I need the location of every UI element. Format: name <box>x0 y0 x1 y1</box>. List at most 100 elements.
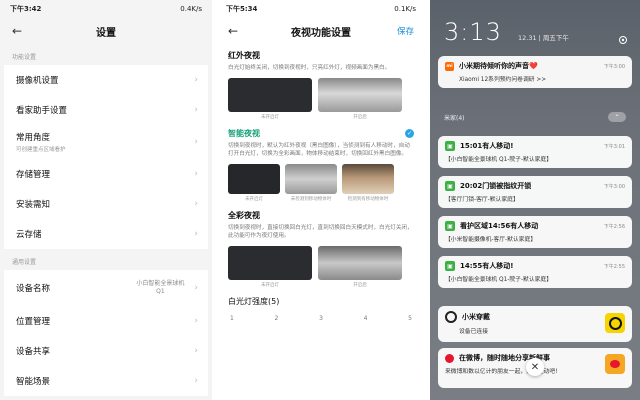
preview-item: 未开启灯 <box>228 246 312 288</box>
notification-body: 【客厅门锁-客厅-默认家庭】 <box>445 197 519 203</box>
intensity-slider[interactable]: 1 2 3 4 5 <box>216 307 426 322</box>
notification-card[interactable]: ▣ 15:01有人移动! 下午3:01 【小白智能全景球机 Q1-院子-默认家庭】 <box>438 136 632 168</box>
page-title: 设置 <box>96 27 116 39</box>
item-label: 智能场景 <box>16 377 51 387</box>
intensity-tick: 2 <box>274 315 279 322</box>
chevron-right-icon: › <box>194 316 198 326</box>
settings-item-camera[interactable]: 摄像机设置 › <box>4 65 208 95</box>
notification-title: 20:02门锁被指纹开锁 <box>460 182 532 190</box>
back-arrow-icon[interactable]: ← <box>228 24 238 38</box>
mijia-app-icon: ▣ <box>445 141 455 151</box>
item-label: 摄像机设置 <box>16 76 59 86</box>
option-infrared-desc: 白光灯始终关闭，切换到夜视时，只亮红外灯，视频画面为黑白。 <box>228 65 391 71</box>
preview-item: 开启后 <box>318 246 402 288</box>
chevron-right-icon: › <box>194 229 198 239</box>
preview-caption: 未开启灯 <box>261 115 279 120</box>
save-button[interactable]: 保存 <box>397 25 414 37</box>
preview-item: 未开启灯 <box>228 164 280 202</box>
intensity-tick: 1 <box>230 315 234 322</box>
preview-item: 未开启灯 <box>228 78 312 120</box>
notification-card[interactable]: ▣ 20:02门锁被指纹开锁 下午3:00 【客厅门锁-客厅-默认家庭】 <box>438 176 632 208</box>
item-sublabel: 可创建重点区域看护 <box>16 147 66 153</box>
lock-date: 12.31 | 周五下午 <box>518 34 569 42</box>
chevron-right-icon: › <box>194 169 198 179</box>
notification-title: 15:01有人移动! <box>460 142 514 150</box>
settings-header: ← 设置 <box>0 18 212 44</box>
night-header: ← 夜视功能设置 保存 <box>216 18 426 44</box>
settings-item-location[interactable]: 位置管理 › <box>4 306 208 336</box>
infrared-previews: 未开启灯 开启后 <box>216 72 426 120</box>
notification-title: 小米期待倾听你的声音❤️ <box>459 62 538 70</box>
mi-wear-app-icon <box>605 313 625 333</box>
settings-item-device-name[interactable]: 设备名称 小白智能全景球机 Q1 › <box>4 270 208 306</box>
settings-item-share[interactable]: 设备共享 › <box>4 336 208 366</box>
item-label: 常用角度 <box>16 133 51 143</box>
lock-time: 3:13 <box>444 18 502 46</box>
item-label: 存储管理 <box>16 170 51 180</box>
chevron-right-icon: › <box>194 75 198 85</box>
mi-logo-icon: mi <box>445 61 454 71</box>
smart-previews: 未开启灯 未检测到移动物体时 检测到有移动物体时 <box>216 158 426 202</box>
notification-body: 设备已连接 <box>459 329 488 335</box>
collapse-up-icon[interactable]: ⌃ <box>608 112 626 122</box>
page-title: 夜视功能设置 <box>291 27 351 39</box>
notification-body: 【小白智能全景球机 Q1-院子-默认家庭】 <box>445 157 553 163</box>
mijia-app-icon: ▣ <box>445 221 455 231</box>
item-label: 云存储 <box>16 230 42 240</box>
settings-item-cloud-storage[interactable]: 云存储 › <box>4 219 208 249</box>
preview-dark-image <box>228 246 312 280</box>
intensity-label: 白光灯强度(5) <box>228 297 280 306</box>
notification-settings-icon[interactable] <box>618 30 628 49</box>
preview-dark-image <box>228 164 280 194</box>
preview-dark-image <box>228 78 312 112</box>
chevron-right-icon: › <box>194 105 198 115</box>
status-speed: 0.4K/s <box>180 5 202 13</box>
notification-body: 【小米智能摄像机-客厅-默认家庭】 <box>445 237 537 243</box>
notification-title: 看护区域14:56有人移动 <box>460 222 539 230</box>
close-icon[interactable]: ✕ <box>526 358 544 376</box>
notification-card[interactable]: 小米穿戴 设备已连接 <box>438 306 632 342</box>
status-speed: 0.1K/s <box>394 5 416 13</box>
notification-card[interactable]: ▣ 14:55有人移动! 下午2:55 【小白智能全景球机 Q1-院子-默认家庭】 <box>438 256 632 288</box>
preview-caption: 未开启灯 <box>261 283 279 288</box>
preview-caption: 未开启灯 <box>245 197 263 202</box>
back-arrow-icon[interactable]: ← <box>12 24 22 38</box>
option-fullcolor[interactable]: 全彩夜视 <box>216 210 426 221</box>
settings-item-home-assistant[interactable]: 看家助手设置 › <box>4 95 208 125</box>
weibo-app-icon <box>605 354 625 374</box>
night-vision-screen: 下午5:34 0.1K/s ← 夜视功能设置 保存 红外夜视 白光灯始终关闭，切… <box>216 0 426 400</box>
preview-caption: 开启后 <box>353 283 367 288</box>
status-time: 下午5:34 <box>226 5 258 13</box>
notification-time: 下午3:00 <box>603 183 625 190</box>
fullcolor-previews: 未开启灯 开启后 <box>216 240 426 288</box>
item-label: 看家助手设置 <box>16 106 68 116</box>
section-label-function: 功能设置 <box>12 54 37 61</box>
chevron-right-icon: › <box>194 137 198 147</box>
status-time: 下午3:42 <box>10 5 42 13</box>
general-settings-list: 设备名称 小白智能全景球机 Q1 › 位置管理 › 设备共享 › 智能场景 › <box>4 270 208 396</box>
settings-item-storage[interactable]: 存储管理 › <box>4 159 208 189</box>
settings-item-install-notice[interactable]: 安装需知 › <box>4 189 208 219</box>
notification-body: 来微博和数以亿计的朋友一起，分享互动吧! <box>445 369 558 375</box>
mijia-app-icon: ▣ <box>445 261 455 271</box>
option-fullcolor-desc: 切换到夜视时，直接切换回白光灯，直到切换回白天模式时，白光灯关闭，此功能可作为夜… <box>228 225 413 239</box>
notification-card[interactable]: ▣ 看护区域14:56有人移动 下午2:56 【小米智能摄像机-客厅-默认家庭】 <box>438 216 632 248</box>
preview-item: 检测到有移动物体时 <box>342 164 394 202</box>
settings-item-smart-scene[interactable]: 智能场景 › <box>4 366 208 396</box>
item-label: 安装需知 <box>16 200 51 210</box>
chevron-right-icon: › <box>194 346 198 356</box>
option-infrared[interactable]: 红外夜视 <box>216 50 426 61</box>
notification-group-label: 米家(4) <box>444 115 465 122</box>
status-bar: 下午3:42 0.4K/s <box>0 0 212 18</box>
preview-caption: 检测到有移动物体时 <box>347 197 389 202</box>
notification-card[interactable]: mi 小米期待倾听你的声音❤️ 下午3:00 Xiaomi 12系列预约问卷调研… <box>438 56 632 88</box>
item-label: 设备共享 <box>16 347 51 357</box>
lock-screen: 3:13 12.31 | 周五下午 mi 小米期待倾听你的声音❤️ 下午3:00… <box>430 0 640 400</box>
intensity-tick: 5 <box>408 315 412 322</box>
notification-time: 下午2:55 <box>603 263 625 270</box>
option-smart[interactable]: 智能夜视 ✓ <box>216 128 426 139</box>
settings-item-common-angle[interactable]: 常用角度可创建重点区域看护 › <box>4 125 208 159</box>
notification-time: 下午2:56 <box>603 223 625 230</box>
item-label: 设备名称 <box>16 284 51 294</box>
intensity-tick: 3 <box>319 315 323 322</box>
